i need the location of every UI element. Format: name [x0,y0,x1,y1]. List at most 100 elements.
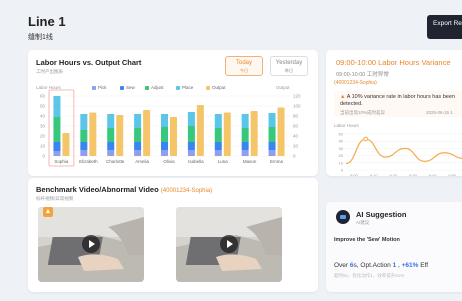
abnormal-video-thumbnail[interactable] [176,207,282,282]
x-tick-label: 9:10 [370,173,379,176]
bar-segment-pick [214,150,222,156]
y-tick-label: 10 [339,160,344,165]
right-tick-label: 60 [293,124,299,129]
category-label: Amelia [135,159,149,164]
y-tick-label: 20 [339,153,344,158]
bar-segment-pick [134,150,142,156]
bar-segment-sew [268,142,276,150]
video-tag: (40001234-Sophia) [160,188,213,194]
x-tick-label: 9:00 [350,173,359,176]
robot-icon [336,210,350,224]
right-tick-label: 100 [293,104,301,109]
labor-hours-variance-card: 09:00-10:00 Labor Hours Variance 09:00-1… [326,50,462,176]
selected-category-highlight [48,89,75,167]
bar-segment-pick [187,150,195,156]
bar-segment-place [53,96,61,117]
bar-segment-pick [161,150,168,156]
y-tick-label: 30 [339,146,344,151]
bar-segment-place [187,112,195,126]
bar-segment-adjust [53,117,61,142]
metric-prefix: Over [334,262,349,269]
category-label: Charlotte [106,159,125,164]
bar-segment-sew [107,142,115,150]
bar-output [62,133,70,156]
bar-output [89,112,97,156]
ai-suggestion-point: Improve the 'Sew' Motion [334,237,400,243]
bar-segment-adjust [161,127,168,142]
ai-note: 超时6s，优化动作1，效率提升61% [334,273,405,278]
bar-output [170,117,177,156]
bar-segment-sew [161,142,168,150]
y-tick-label: 40 [339,139,344,144]
labor-output-chart-card: Labor Hours vs. Output Chart 工时产出图表 Toda… [28,50,318,176]
category-label: Mason [243,159,257,164]
export-report-button[interactable]: Export Re [427,15,462,39]
right-tick-label: 120 [293,94,301,99]
right-tick-label: 20 [293,144,299,149]
variance-line [345,138,462,165]
bar-output [116,115,124,156]
bar-segment-place [80,114,88,130]
bar-segment-sew [214,142,222,150]
bar-segment-adjust [268,127,276,142]
bar-segment-adjust [187,126,195,142]
benchmark-video-card: Benchmark Video/Abnormal Video (40001234… [28,178,318,292]
bar-segment-adjust [214,128,222,142]
bar-segment-adjust [80,130,88,142]
category-label: Elizabeth [79,159,98,164]
bar-segment-sew [187,142,195,150]
play-button[interactable] [82,235,100,253]
labor-output-bar-chart: 0 10 20 30 40 50 60 0 20 40 60 80 100 120 Sophia Elizab… [40,89,301,167]
page-title: Line 1 [28,14,66,29]
category-label: Olivia [163,159,175,164]
x-tick-label: 9:20 [389,173,398,176]
metric-mid: s, Opt.Action [353,262,391,269]
category-label: Emma [270,159,283,164]
left-tick-label: 30 [40,124,46,129]
metric-gain: +61% [401,262,419,269]
left-tick-label: 50 [40,104,46,109]
peak-point [363,136,368,142]
x-tick-label: 9:30 [409,173,418,176]
ai-subtitle: AI建议 [356,220,370,225]
video-card-title: Benchmark Video/Abnormal Video (40001234… [36,185,212,194]
bar-segment-adjust [134,128,142,142]
right-tick-label: 40 [293,134,299,139]
bar-segment-place [268,113,276,127]
y-tick-label: 0 [341,168,344,173]
right-tick-label: 80 [293,114,299,119]
video-card-subtitle: 标杆视频/异常视频 [36,196,74,201]
bar-segment-pick [107,150,115,156]
bar-segment-sew [53,142,61,151]
variance-line-chart: 0 10 20 30 40 50 9:00 9:10 9:20 9:30 9:40 9:50 [339,132,462,176]
bar-segment-pick [53,151,61,156]
bar-output [250,111,258,156]
category-label: Isabella [188,159,204,164]
bar-segment-sew [80,142,88,150]
ai-suggestion-card: AI Suggestion AI建议 Improve the 'Sew' Mot… [326,202,462,292]
left-tick-label: 40 [40,114,46,119]
left-tick-label: 60 [40,94,46,99]
left-tick-label: 20 [40,134,46,139]
bar-segment-sew [134,142,142,150]
category-label: Luna [218,159,229,164]
bar-segment-pick [268,150,276,156]
ai-title: AI Suggestion [356,210,407,219]
bar-segment-pick [241,150,249,156]
video-title-text: Benchmark Video/Abnormal Video [36,185,159,194]
metric-action: 1 [392,262,397,269]
bar-segment-pick [80,150,88,156]
bar-segment-place [107,114,115,128]
play-button[interactable] [220,235,238,253]
category-label: Sophia [54,159,69,164]
bar-output [223,112,231,156]
bar-segment-sew [241,142,249,150]
left-tick-label: 10 [40,144,46,149]
benchmark-video-thumbnail[interactable] [38,207,144,282]
metric-suffix: Eff [420,262,429,269]
bar-segment-adjust [241,128,249,142]
ai-metric: Over 6s, Opt.Action 1 , +61% Eff [334,262,429,269]
bar-segment-place [241,114,249,128]
bar-output [277,107,285,156]
left-tick-label: 0 [42,154,45,159]
